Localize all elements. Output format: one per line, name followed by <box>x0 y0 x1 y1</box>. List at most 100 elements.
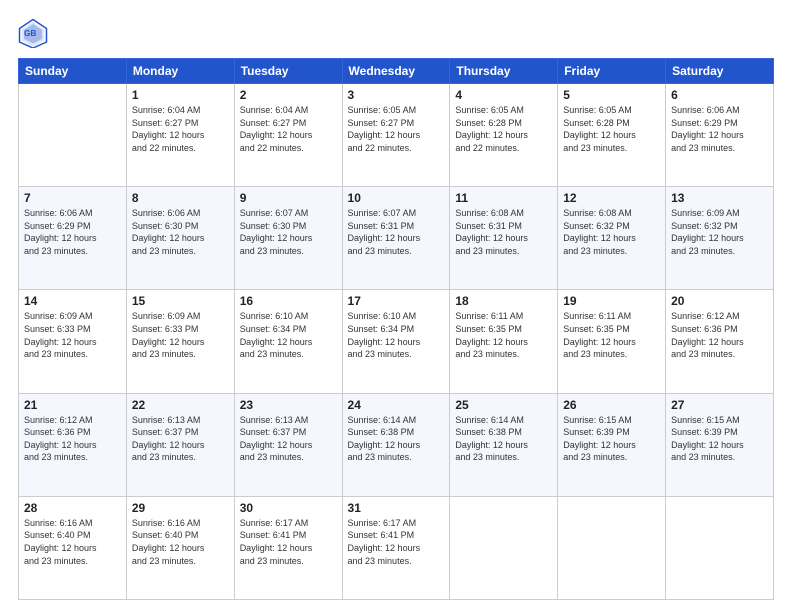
calendar-cell <box>666 496 774 599</box>
calendar-cell: 12 Sunrise: 6:08 AM Sunset: 6:32 PM Dayli… <box>558 187 666 290</box>
day-info: Sunrise: 6:17 AM Sunset: 6:41 PM Dayligh… <box>348 517 445 567</box>
day-number: 30 <box>240 501 337 515</box>
day-info: Sunrise: 6:07 AM Sunset: 6:31 PM Dayligh… <box>348 207 445 257</box>
day-number: 21 <box>24 398 121 412</box>
calendar-cell: 30 Sunrise: 6:17 AM Sunset: 6:41 PM Dayli… <box>234 496 342 599</box>
calendar-cell: 5Sunrise: 6:05 AM Sunset: 6:28 PM Daylig… <box>558 84 666 187</box>
weekday-header-tuesday: Tuesday <box>234 59 342 84</box>
day-info: Sunrise: 6:11 AM Sunset: 6:35 PM Dayligh… <box>563 310 660 360</box>
day-info: Sunrise: 6:13 AM Sunset: 6:37 PM Dayligh… <box>132 414 229 464</box>
calendar-cell: 26 Sunrise: 6:15 AM Sunset: 6:39 PM Dayli… <box>558 393 666 496</box>
calendar-cell: 15 Sunrise: 6:09 AM Sunset: 6:33 PM Dayli… <box>126 290 234 393</box>
calendar-cell: 25Sunrise: 6:14 AM Sunset: 6:38 PM Dayli… <box>450 393 558 496</box>
calendar-cell: 9 Sunrise: 6:07 AM Sunset: 6:30 PM Daylig… <box>234 187 342 290</box>
calendar-table: SundayMondayTuesdayWednesdayThursdayFrid… <box>18 58 774 600</box>
calendar-cell <box>558 496 666 599</box>
calendar-cell: 16 Sunrise: 6:10 AM Sunset: 6:34 PM Dayli… <box>234 290 342 393</box>
day-info: Sunrise: 6:07 AM Sunset: 6:30 PM Dayligh… <box>240 207 337 257</box>
day-number: 13 <box>671 191 768 205</box>
day-info: Sunrise: 6:14 AM Sunset: 6:38 PM Dayligh… <box>348 414 445 464</box>
calendar-cell <box>19 84 127 187</box>
calendar-cell: 20 Sunrise: 6:12 AM Sunset: 6:36 PM Dayli… <box>666 290 774 393</box>
day-number: 22 <box>132 398 229 412</box>
day-number: 20 <box>671 294 768 308</box>
day-number: 3 <box>348 88 445 102</box>
day-info: Sunrise: 6:08 AM Sunset: 6:31 PM Dayligh… <box>455 207 552 257</box>
calendar-cell: 17 Sunrise: 6:10 AM Sunset: 6:34 PM Dayli… <box>342 290 450 393</box>
weekday-header-saturday: Saturday <box>666 59 774 84</box>
day-info: Sunrise: 6:05 AM Sunset: 6:27 PM Dayligh… <box>348 104 445 154</box>
calendar-cell: 8Sunrise: 6:06 AM Sunset: 6:30 PM Daylig… <box>126 187 234 290</box>
day-info: Sunrise: 6:15 AM Sunset: 6:39 PM Dayligh… <box>563 414 660 464</box>
calendar-cell: 7 Sunrise: 6:06 AM Sunset: 6:29 PM Daylig… <box>19 187 127 290</box>
day-number: 15 <box>132 294 229 308</box>
calendar-cell: 10 Sunrise: 6:07 AM Sunset: 6:31 PM Dayli… <box>342 187 450 290</box>
day-number: 1 <box>132 88 229 102</box>
day-number: 2 <box>240 88 337 102</box>
calendar-cell: 18 Sunrise: 6:11 AM Sunset: 6:35 PM Dayli… <box>450 290 558 393</box>
week-row-5: 28 Sunrise: 6:16 AM Sunset: 6:40 PM Dayli… <box>19 496 774 599</box>
calendar-cell: 28 Sunrise: 6:16 AM Sunset: 6:40 PM Dayli… <box>19 496 127 599</box>
calendar-cell: 23 Sunrise: 6:13 AM Sunset: 6:37 PM Dayli… <box>234 393 342 496</box>
day-number: 8 <box>132 191 229 205</box>
day-number: 14 <box>24 294 121 308</box>
logo-icon: GB <box>18 18 48 48</box>
day-info: Sunrise: 6:11 AM Sunset: 6:35 PM Dayligh… <box>455 310 552 360</box>
calendar-cell: 11 Sunrise: 6:08 AM Sunset: 6:31 PM Dayli… <box>450 187 558 290</box>
weekday-header-wednesday: Wednesday <box>342 59 450 84</box>
day-number: 9 <box>240 191 337 205</box>
day-info: Sunrise: 6:06 AM Sunset: 6:29 PM Dayligh… <box>24 207 121 257</box>
day-info: Sunrise: 6:09 AM Sunset: 6:33 PM Dayligh… <box>132 310 229 360</box>
day-info: Sunrise: 6:12 AM Sunset: 6:36 PM Dayligh… <box>24 414 121 464</box>
logo: GB <box>18 18 52 48</box>
day-number: 24 <box>348 398 445 412</box>
day-number: 11 <box>455 191 552 205</box>
calendar-cell: 1Sunrise: 6:04 AM Sunset: 6:27 PM Daylig… <box>126 84 234 187</box>
day-number: 12 <box>563 191 660 205</box>
day-info: Sunrise: 6:04 AM Sunset: 6:27 PM Dayligh… <box>240 104 337 154</box>
day-number: 26 <box>563 398 660 412</box>
day-number: 5 <box>563 88 660 102</box>
day-info: Sunrise: 6:12 AM Sunset: 6:36 PM Dayligh… <box>671 310 768 360</box>
day-number: 16 <box>240 294 337 308</box>
calendar-cell: 24 Sunrise: 6:14 AM Sunset: 6:38 PM Dayli… <box>342 393 450 496</box>
calendar-cell: 2 Sunrise: 6:04 AM Sunset: 6:27 PM Daylig… <box>234 84 342 187</box>
weekday-header-friday: Friday <box>558 59 666 84</box>
day-number: 28 <box>24 501 121 515</box>
day-number: 10 <box>348 191 445 205</box>
day-info: Sunrise: 6:16 AM Sunset: 6:40 PM Dayligh… <box>132 517 229 567</box>
calendar-cell: 21 Sunrise: 6:12 AM Sunset: 6:36 PM Dayli… <box>19 393 127 496</box>
day-info: Sunrise: 6:05 AM Sunset: 6:28 PM Dayligh… <box>455 104 552 154</box>
header: GB <box>18 18 774 48</box>
calendar-cell: 22 Sunrise: 6:13 AM Sunset: 6:37 PM Dayli… <box>126 393 234 496</box>
day-info: Sunrise: 6:10 AM Sunset: 6:34 PM Dayligh… <box>240 310 337 360</box>
day-number: 7 <box>24 191 121 205</box>
week-row-1: 1 Sunrise: 6:04 AM Sunset: 6:27 PM Daylig… <box>19 84 774 187</box>
day-number: 19 <box>563 294 660 308</box>
day-info: Sunrise: 6:09 AM Sunset: 6:33 PM Dayligh… <box>24 310 121 360</box>
day-info: Sunrise: 6:16 AM Sunset: 6:40 PM Dayligh… <box>24 517 121 567</box>
calendar-cell: 31Sunrise: 6:17 AM Sunset: 6:41 PM Dayli… <box>342 496 450 599</box>
day-info: Sunrise: 6:10 AM Sunset: 6:34 PM Dayligh… <box>348 310 445 360</box>
day-number: 27 <box>671 398 768 412</box>
day-number: 25 <box>455 398 552 412</box>
weekday-header-row: SundayMondayTuesdayWednesdayThursdayFrid… <box>19 59 774 84</box>
week-row-3: 14 Sunrise: 6:09 AM Sunset: 6:33 PM Dayli… <box>19 290 774 393</box>
day-info: Sunrise: 6:08 AM Sunset: 6:32 PM Dayligh… <box>563 207 660 257</box>
day-number: 23 <box>240 398 337 412</box>
day-number: 6 <box>671 88 768 102</box>
day-number: 17 <box>348 294 445 308</box>
day-number: 18 <box>455 294 552 308</box>
calendar-cell: 29Sunrise: 6:16 AM Sunset: 6:40 PM Dayli… <box>126 496 234 599</box>
calendar-cell: 13Sunrise: 6:09 AM Sunset: 6:32 PM Dayli… <box>666 187 774 290</box>
day-info: Sunrise: 6:17 AM Sunset: 6:41 PM Dayligh… <box>240 517 337 567</box>
calendar-cell: 6 Sunrise: 6:06 AM Sunset: 6:29 PM Daylig… <box>666 84 774 187</box>
day-info: Sunrise: 6:15 AM Sunset: 6:39 PM Dayligh… <box>671 414 768 464</box>
week-row-2: 7 Sunrise: 6:06 AM Sunset: 6:29 PM Daylig… <box>19 187 774 290</box>
weekday-header-thursday: Thursday <box>450 59 558 84</box>
calendar-cell: 27 Sunrise: 6:15 AM Sunset: 6:39 PM Dayli… <box>666 393 774 496</box>
day-info: Sunrise: 6:13 AM Sunset: 6:37 PM Dayligh… <box>240 414 337 464</box>
day-info: Sunrise: 6:06 AM Sunset: 6:29 PM Dayligh… <box>671 104 768 154</box>
weekday-header-monday: Monday <box>126 59 234 84</box>
week-row-4: 21 Sunrise: 6:12 AM Sunset: 6:36 PM Dayli… <box>19 393 774 496</box>
